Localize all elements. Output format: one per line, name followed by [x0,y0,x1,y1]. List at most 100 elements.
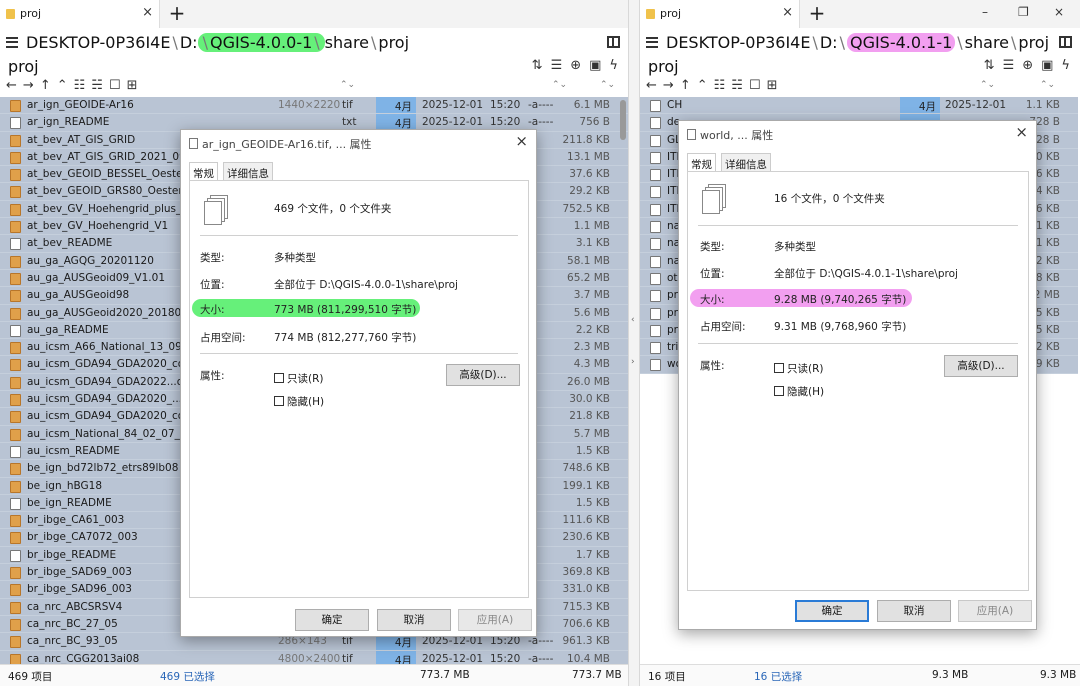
image-file-icon [10,203,21,216]
checkbox-icon[interactable] [274,373,284,383]
path-version[interactable]: QGIS-4.0.1-1 [846,33,956,52]
tiles-view-icon[interactable]: ☵ [91,78,103,93]
hidden-checkbox[interactable]: 隐藏(H) [774,384,824,399]
image-file-icon [10,169,21,182]
grid-view-icon[interactable]: ⊞ [127,78,138,93]
clipboard-icon[interactable]: ▣ [1041,58,1053,73]
file-icon [189,138,198,149]
sort-caret-icon[interactable]: ⌃⌄ [1040,80,1055,90]
breadcrumb[interactable]: DESKTOP-0P36I4E \ D: \ QGIS-4.0.0-1 \ share \ pr… [26,33,409,52]
add-icon[interactable]: ⊕ [570,58,581,73]
path-share[interactable]: share [965,33,1009,52]
readonly-checkbox[interactable]: 只读(R) [274,371,324,386]
new-tab-button[interactable]: + [806,3,828,25]
back-arrow-icon[interactable]: ← [646,78,657,93]
file-size: 5.7 MB [573,427,610,440]
details-view-icon[interactable]: ☷ [74,78,86,93]
path-share[interactable]: share [325,33,369,52]
tab-details[interactable]: 详细信息 [223,162,273,181]
up-arrow-icon[interactable]: ↑ [40,78,51,93]
icons-view-icon[interactable]: ☐ [749,78,761,93]
tab-details[interactable]: 详细信息 [721,153,771,172]
restore-icon[interactable]: ❐ [1018,5,1029,19]
menu-icon[interactable] [646,37,658,48]
sort-caret-icon[interactable]: ⌃⌄ [600,80,615,90]
attributes-label: 属性: [700,360,725,372]
path-host[interactable]: DESKTOP-0P36I4E [26,33,170,52]
chevron-left-icon[interactable]: ‹ [631,315,635,325]
menu-icon[interactable] [6,37,18,48]
left-tab-proj[interactable]: proj × [0,0,160,28]
panel-layout-icon[interactable] [1059,36,1072,48]
chevron-up-icon[interactable]: ⌃ [697,78,708,93]
apply-button[interactable]: 应用(A) [458,609,532,631]
add-icon[interactable]: ⊕ [1022,58,1033,73]
lightning-icon[interactable]: ϟ [609,58,618,73]
path-version[interactable]: QGIS-4.0.0-1 [210,33,312,52]
file-row[interactable]: ar_ign_GEOIDE-Ar16 1440×2220 tif 4月 2025-12-… [0,97,628,115]
minimize-icon[interactable]: – [982,5,988,19]
close-icon[interactable]: × [142,5,153,20]
advanced-button[interactable]: 高级(D)... [944,355,1018,377]
file-name: au_icsm_GDA94_GDA2020_conf [27,410,195,423]
tiles-view-icon[interactable]: ☵ [731,78,743,93]
scrollbar-thumb[interactable] [620,100,626,140]
path-proj[interactable]: proj [1018,33,1049,52]
panel-layout-icon[interactable] [607,36,620,48]
checkbox-icon[interactable] [274,396,284,406]
list-view-icon[interactable]: ☰ [1003,58,1015,73]
file-row[interactable]: CH 4月 2025-12-01 1.1 KB [640,97,1078,115]
path-drive[interactable]: D: [180,33,198,52]
breadcrumb[interactable]: DESKTOP-0P36I4E \ D: \ QGIS-4.0.1-1 \ share \ pr… [666,33,1049,52]
checkbox-icon[interactable] [774,386,784,396]
left-path-bar[interactable]: DESKTOP-0P36I4E \ D: \ QGIS-4.0.0-1 \ share \ pr… [0,30,628,56]
chevron-up-icon[interactable]: ⌃ [57,78,68,93]
advanced-button[interactable]: 高级(D)... [446,364,520,386]
folder-title: proj [648,57,679,76]
sort-caret-icon[interactable]: ⌃⌄ [980,80,995,90]
image-file-icon [10,532,21,545]
sort-caret-icon[interactable]: ⌃⌄ [552,80,567,90]
grid-view-icon[interactable]: ⊞ [767,78,778,93]
apply-button[interactable]: 应用(A) [958,600,1032,622]
checkbox-icon[interactable] [774,363,784,373]
sort-caret-icon[interactable]: ⌃⌄ [340,80,355,90]
hidden-checkbox[interactable]: 隐藏(H) [274,394,324,409]
right-tab-proj[interactable]: proj × [640,0,800,28]
file-date: 2025-12-01 [945,99,1007,111]
close-icon[interactable]: × [782,5,793,20]
close-icon[interactable]: × [1015,123,1028,141]
path-host[interactable]: DESKTOP-0P36I4E [666,33,810,52]
new-tab-button[interactable]: + [166,3,188,25]
icons-view-icon[interactable]: ☐ [109,78,121,93]
forward-arrow-icon[interactable]: → [663,78,674,93]
tab-general[interactable]: 常规 [687,153,716,173]
pane-splitter[interactable]: ‹ › [628,0,640,686]
attributes-label: 属性: [200,370,225,382]
path-drive[interactable]: D: [820,33,838,52]
ok-button[interactable]: 确定 [795,600,869,622]
forward-arrow-icon[interactable]: → [23,78,34,93]
tab-general[interactable]: 常规 [189,162,218,182]
up-arrow-icon[interactable]: ↑ [680,78,691,93]
list-view-icon[interactable]: ☰ [551,58,563,73]
close-icon[interactable]: × [515,132,528,150]
path-proj[interactable]: proj [378,33,409,52]
cancel-button[interactable]: 取消 [377,609,451,631]
file-name: be_ign_bd72lb72_etrs89lb08 [27,462,179,475]
file-name: ca_nrc_BC_27_05 [27,617,118,630]
details-view-icon[interactable]: ☷ [714,78,726,93]
back-arrow-icon[interactable]: ← [6,78,17,93]
readonly-checkbox[interactable]: 只读(R) [774,361,824,376]
lightning-icon[interactable]: ϟ [1061,58,1070,73]
sort-icon[interactable]: ⇅ [532,58,543,73]
right-path-bar[interactable]: DESKTOP-0P36I4E \ D: \ QGIS-4.0.1-1 \ share \ pr… [640,30,1080,56]
size-label: 大小: [200,304,225,316]
cancel-button[interactable]: 取消 [877,600,951,622]
clipboard-icon[interactable]: ▣ [589,58,601,73]
window-close-icon[interactable]: × [1054,5,1064,19]
image-file-icon [10,480,21,493]
ok-button[interactable]: 确定 [295,609,369,631]
chevron-right-icon[interactable]: › [631,357,635,367]
sort-icon[interactable]: ⇅ [984,58,995,73]
